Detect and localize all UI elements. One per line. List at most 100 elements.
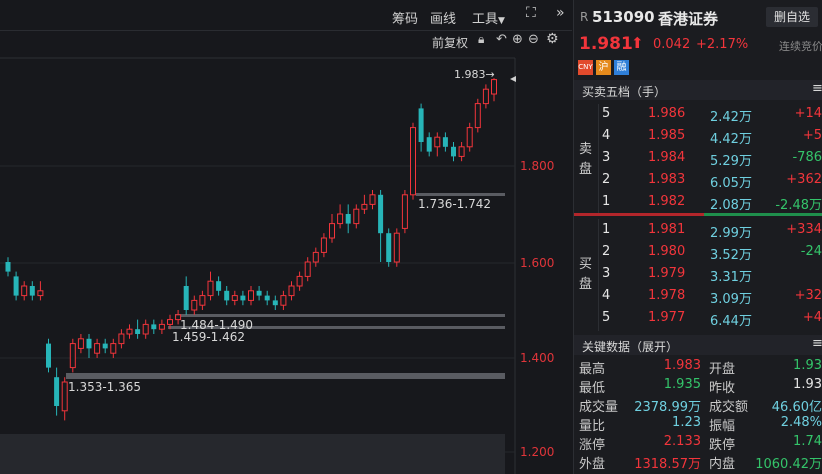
orderbook-header[interactable]: 买卖五档（手） ≡ xyxy=(574,80,822,100)
candle-body[interactable] xyxy=(491,79,497,95)
candle-body[interactable] xyxy=(482,88,489,105)
candle-body[interactable] xyxy=(167,319,173,325)
candle-body[interactable] xyxy=(5,262,11,272)
candle-body[interactable] xyxy=(151,324,157,330)
zone-band-1353[interactable] xyxy=(66,373,505,379)
bid-row[interactable]: 1 1.981 2.99万 +334 xyxy=(598,220,822,242)
key-value: 1.935 xyxy=(663,377,701,392)
key-value: 46.60亿 xyxy=(771,400,822,415)
candle-body[interactable] xyxy=(29,286,35,296)
candle-body[interactable] xyxy=(378,194,384,234)
candle-body[interactable] xyxy=(466,127,473,148)
ask-row[interactable]: 4 1.985 4.42万 +5 xyxy=(598,126,822,148)
key-data-row: 涨停 2.133 跌停 1.74 xyxy=(574,433,822,453)
bid-change: -24 xyxy=(800,244,822,259)
bid-volume: 3.52万 xyxy=(710,248,752,263)
candle-body[interactable] xyxy=(102,343,108,349)
bid-price: 1.980 xyxy=(648,244,686,259)
candle-body[interactable] xyxy=(77,338,84,349)
candle-body[interactable] xyxy=(126,328,133,335)
candle-body[interactable] xyxy=(418,108,424,142)
candle-body[interactable] xyxy=(54,377,60,406)
candle-body[interactable] xyxy=(361,203,368,210)
candle-body[interactable] xyxy=(304,261,311,277)
bid-level: 2 xyxy=(602,244,611,259)
ask-row[interactable]: 2 1.983 6.05万 +362 xyxy=(598,170,822,192)
candle-body[interactable] xyxy=(401,194,408,229)
candle-body[interactable] xyxy=(69,343,76,369)
bid-price: 1.981 xyxy=(648,222,686,237)
candle-body[interactable] xyxy=(296,275,303,287)
candle-body[interactable] xyxy=(199,295,206,306)
candle-body[interactable] xyxy=(248,290,254,301)
candle-body[interactable] xyxy=(118,333,125,345)
candle-body[interactable] xyxy=(110,343,117,354)
candle-body[interactable] xyxy=(272,300,278,306)
candle-body[interactable] xyxy=(207,280,214,297)
bid-price: 1.977 xyxy=(648,310,686,325)
candle-body[interactable] xyxy=(21,285,28,297)
orderbook-title: 买卖五档（手） xyxy=(582,85,667,99)
menu-icon[interactable]: ≡ xyxy=(812,81,822,96)
buy-label-text: 买盘 xyxy=(579,257,593,292)
candle-body[interactable] xyxy=(94,343,101,354)
bid-row[interactable]: 3 1.979 3.31万 xyxy=(598,264,822,286)
ask-row[interactable]: 1 1.982 2.08万 -2.48万 xyxy=(598,192,822,214)
candle-body[interactable] xyxy=(312,251,319,263)
quote-panel: R 513090 香港证券 删自选 1.981 ⬆ 0.042 +2.17% 连… xyxy=(573,0,822,474)
candle-body[interactable] xyxy=(240,295,246,301)
candle-body[interactable] xyxy=(264,295,270,301)
candle-body[interactable] xyxy=(410,127,416,196)
candle-body[interactable] xyxy=(231,295,238,301)
candle-body[interactable] xyxy=(353,208,360,225)
candle-body[interactable] xyxy=(216,281,222,291)
candle-body[interactable] xyxy=(451,146,456,157)
candle-body[interactable] xyxy=(280,295,287,306)
key-data-header[interactable]: 关键数据（展开） ≡ xyxy=(574,335,822,355)
y-tick-1200: 1.200 xyxy=(520,445,555,459)
menu-icon-2[interactable]: ≡ xyxy=(812,336,822,351)
candle-body[interactable] xyxy=(224,290,230,301)
candle-body[interactable] xyxy=(86,338,92,349)
price-change: 0.042 xyxy=(653,37,691,52)
candle-body[interactable] xyxy=(288,285,295,297)
key-data-row: 最高 1.983 开盘 1.93 xyxy=(574,357,822,377)
candle-body[interactable] xyxy=(256,290,262,296)
auction-status: 连续竞价 xyxy=(779,40,822,53)
candle-body[interactable] xyxy=(320,237,327,253)
key-label: 内盘 xyxy=(709,457,736,472)
candle-body[interactable] xyxy=(61,381,68,412)
bid-price: 1.978 xyxy=(648,288,686,303)
candle-body[interactable] xyxy=(426,137,432,152)
candle-body[interactable] xyxy=(135,329,141,334)
candle-body[interactable] xyxy=(183,286,189,310)
zone-band-1736[interactable] xyxy=(416,193,505,196)
candle-body[interactable] xyxy=(142,323,149,335)
key-label: 成交额 xyxy=(709,400,749,415)
bid-row[interactable]: 4 1.978 3.09万 +32 xyxy=(598,286,822,308)
ask-row[interactable]: 3 1.984 5.29万 -786 xyxy=(598,148,822,170)
candle-body[interactable] xyxy=(393,232,400,263)
kline-chart-area[interactable]: 筹码 画线 工具▼ ⛶ » 前复权 🔒︎ ↶ ⊕ ⊖ ⚙ 1.800 1.600… xyxy=(0,0,572,474)
candle-body[interactable] xyxy=(474,103,481,129)
candle-body[interactable] xyxy=(434,136,441,148)
candle-body[interactable] xyxy=(13,276,19,296)
candle-body[interactable] xyxy=(329,223,335,239)
candle-body[interactable] xyxy=(369,194,376,205)
candle-body[interactable] xyxy=(442,137,448,147)
candle-body[interactable] xyxy=(386,233,392,262)
bid-change: +4 xyxy=(802,310,822,325)
candle-body[interactable] xyxy=(191,299,198,311)
bid-row[interactable]: 5 1.977 6.44万 +4 xyxy=(598,308,822,330)
candle-body[interactable] xyxy=(158,323,165,330)
candle-body[interactable] xyxy=(337,213,344,225)
y-tick-1400: 1.400 xyxy=(520,351,555,365)
bid-row[interactable]: 2 1.980 3.52万 -24 xyxy=(598,242,822,264)
delete-watchlist-button[interactable]: 删自选 xyxy=(766,7,818,27)
ask-row[interactable]: 5 1.986 2.42万 +14 xyxy=(598,104,822,126)
candle-body[interactable] xyxy=(46,343,51,368)
candle-body[interactable] xyxy=(37,290,44,297)
candle-body[interactable] xyxy=(345,214,351,224)
candle-body[interactable] xyxy=(458,146,465,157)
zone-band-1484[interactable] xyxy=(175,314,505,317)
